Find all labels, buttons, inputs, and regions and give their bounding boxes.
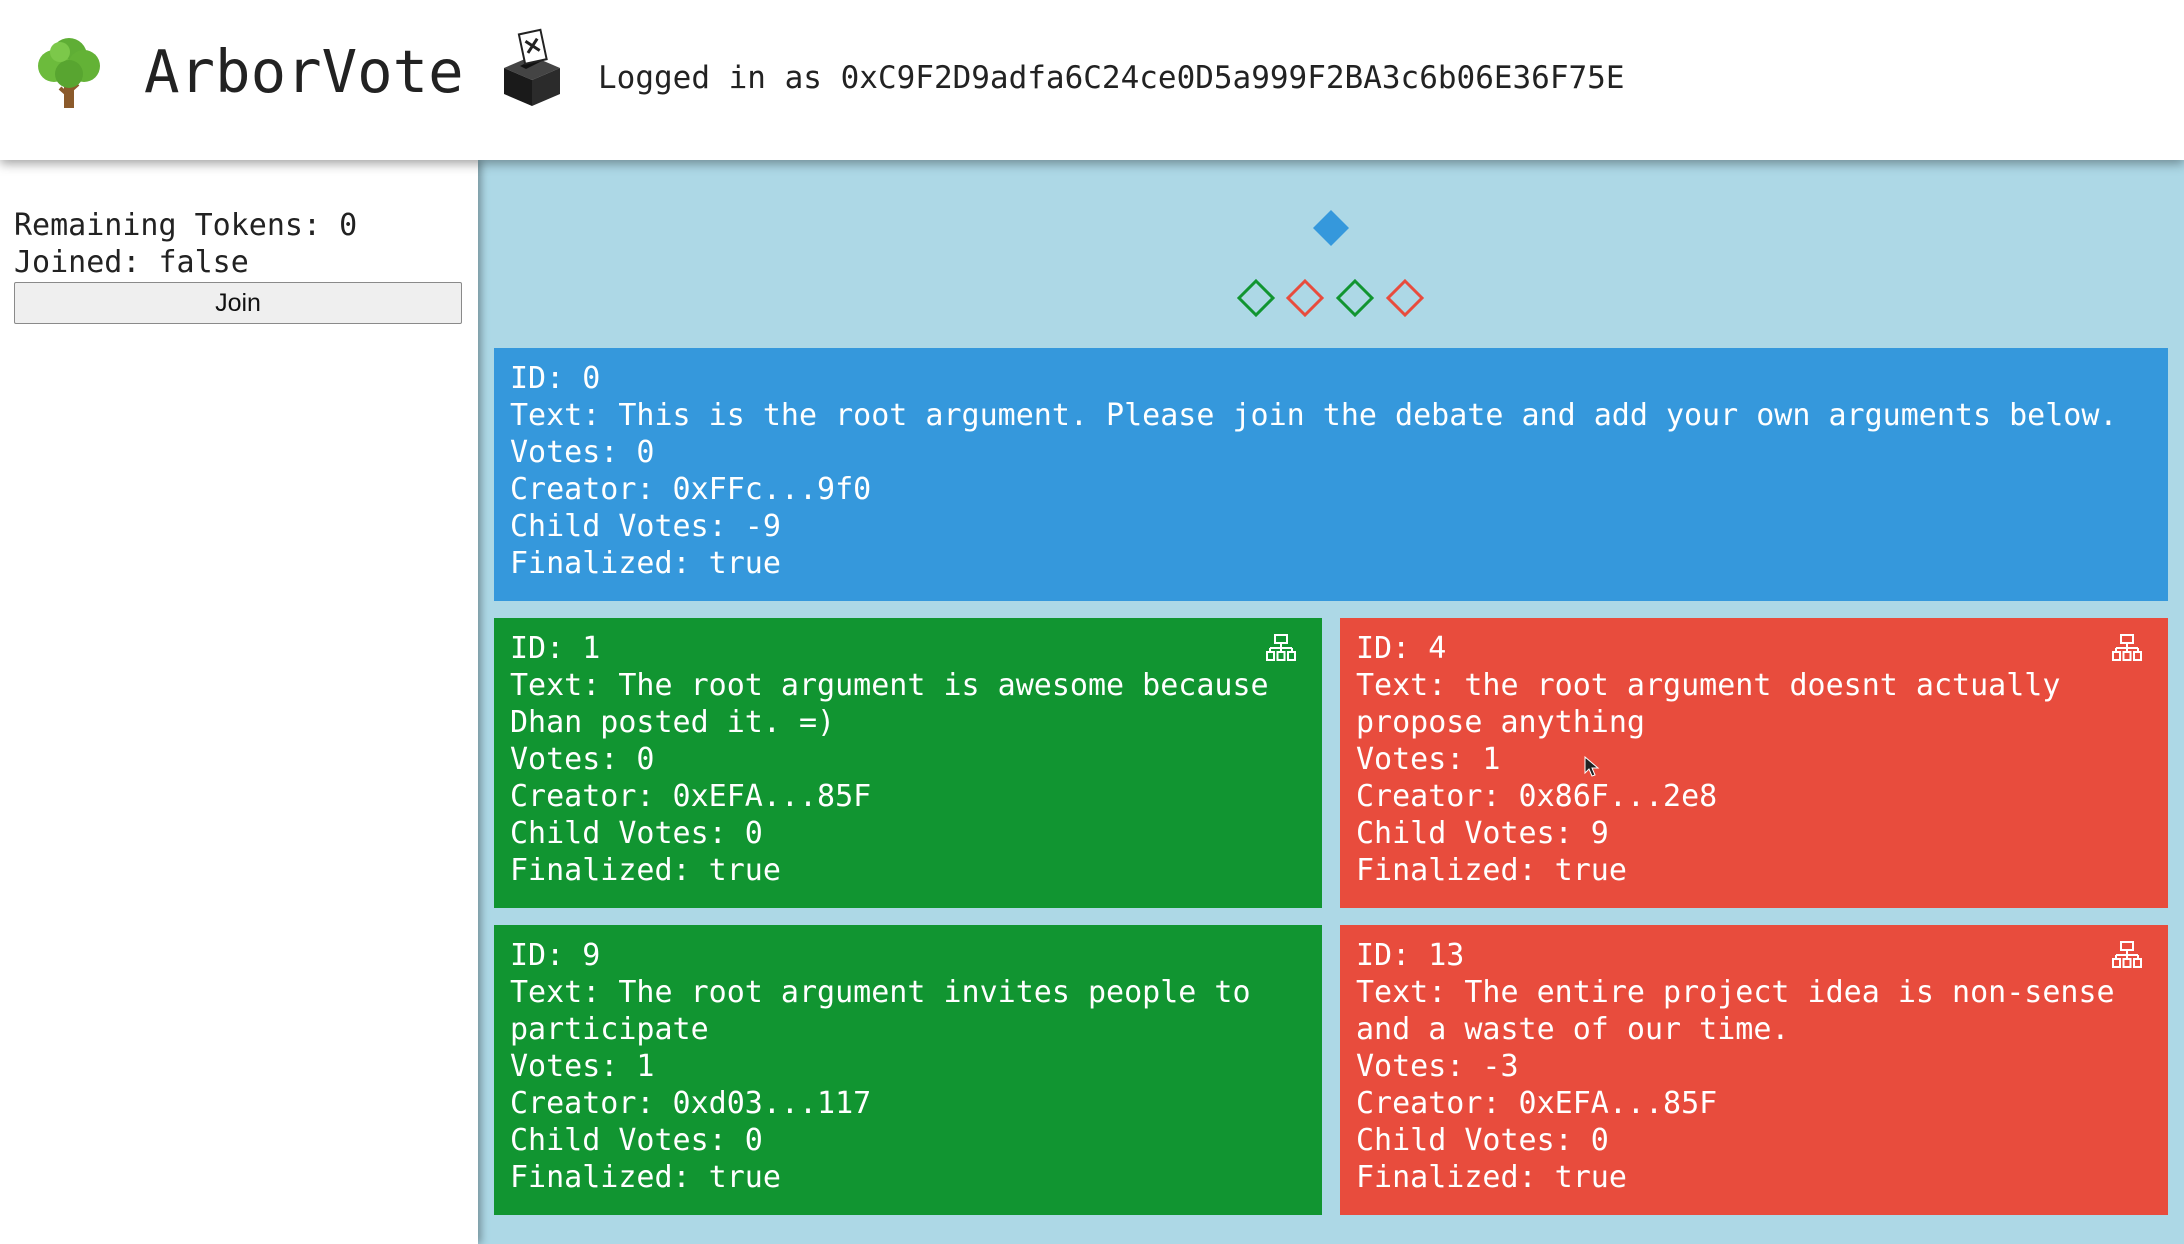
- argument-child-votes: Child Votes: 9: [1356, 816, 1609, 851]
- argument-id: ID: 1: [510, 631, 601, 666]
- tree-overview: [1236, 210, 1425, 318]
- ballot-box-icon: [504, 28, 560, 106]
- sidebar: Remaining Tokens: 0 Joined: false Join: [0, 160, 478, 1244]
- argument-creator: Creator: 0xEFA...85F: [1356, 1086, 1718, 1121]
- argument-finalized: Finalized: true: [510, 546, 781, 581]
- argument-text: Text: The entire project idea is non-sen…: [1356, 975, 2133, 1047]
- argument-text: Text: The root argument invites people t…: [510, 975, 1269, 1047]
- argument-card-pro[interactable]: ID: 1 Text: The root argument is awesome…: [494, 618, 1322, 908]
- tree-node-pro[interactable]: [1335, 278, 1375, 318]
- debate-area: ID: 0 Text: This is the root argument. P…: [478, 160, 2184, 1244]
- tree-node-con[interactable]: [1385, 278, 1425, 318]
- argument-votes: Votes: 1: [1356, 742, 1501, 777]
- argument-votes: Votes: -3: [1356, 1049, 1519, 1084]
- joined-status: Joined: false: [14, 245, 249, 280]
- argument-child-votes: Child Votes: 0: [1356, 1123, 1609, 1158]
- argument-child-votes: Child Votes: 0: [510, 816, 763, 851]
- argument-votes: Votes: 0: [510, 742, 655, 777]
- argument-text: Text: the root argument doesnt actually …: [1356, 668, 2079, 740]
- argument-card-con[interactable]: ID: 4 Text: the root argument doesnt act…: [1340, 618, 2168, 908]
- tree-icon: [38, 38, 100, 108]
- sitemap-icon[interactable]: [2112, 634, 2142, 662]
- argument-id: ID: 4: [1356, 631, 1447, 666]
- argument-card-con[interactable]: ID: 13 Text: The entire project idea is …: [1340, 925, 2168, 1215]
- argument-finalized: Finalized: true: [510, 853, 781, 888]
- login-status: Logged in as 0xC9F2D9adfa6C24ce0D5a999F2…: [598, 60, 1625, 96]
- argument-child-votes: Child Votes: -9: [510, 509, 781, 544]
- sitemap-icon[interactable]: [1266, 634, 1296, 662]
- argument-votes: Votes: 0: [510, 435, 655, 470]
- tree-node-root[interactable]: [1313, 210, 1349, 246]
- argument-creator: Creator: 0xFFc...9f0: [510, 472, 872, 507]
- mouse-cursor-icon: [1584, 756, 1600, 777]
- argument-id: ID: 0: [510, 361, 601, 396]
- argument-finalized: Finalized: true: [510, 1160, 781, 1195]
- argument-finalized: Finalized: true: [1356, 853, 1627, 888]
- argument-card-root[interactable]: ID: 0 Text: This is the root argument. P…: [494, 348, 2168, 601]
- sitemap-icon[interactable]: [2112, 941, 2142, 969]
- argument-id: ID: 9: [510, 938, 601, 973]
- argument-id: ID: 13: [1356, 938, 1465, 973]
- tree-node-con[interactable]: [1285, 278, 1325, 318]
- app-title: ArborVote: [144, 37, 464, 106]
- argument-text: Text: The root argument is awesome becau…: [510, 668, 1287, 740]
- argument-finalized: Finalized: true: [1356, 1160, 1627, 1195]
- remaining-tokens: Remaining Tokens: 0: [14, 208, 358, 243]
- app-header: ArborVote Logged in as 0xC9F2D9adfa6C24c…: [0, 0, 2184, 160]
- join-button[interactable]: Join: [14, 282, 462, 324]
- argument-votes: Votes: 1: [510, 1049, 655, 1084]
- argument-text: Text: This is the root argument. Please …: [510, 398, 2118, 433]
- argument-creator: Creator: 0xd03...117: [510, 1086, 872, 1121]
- argument-creator: Creator: 0x86F...2e8: [1356, 779, 1718, 814]
- tree-node-pro[interactable]: [1236, 278, 1276, 318]
- argument-child-votes: Child Votes: 0: [510, 1123, 763, 1158]
- argument-card-pro[interactable]: ID: 9 Text: The root argument invites pe…: [494, 925, 1322, 1215]
- argument-creator: Creator: 0xEFA...85F: [510, 779, 872, 814]
